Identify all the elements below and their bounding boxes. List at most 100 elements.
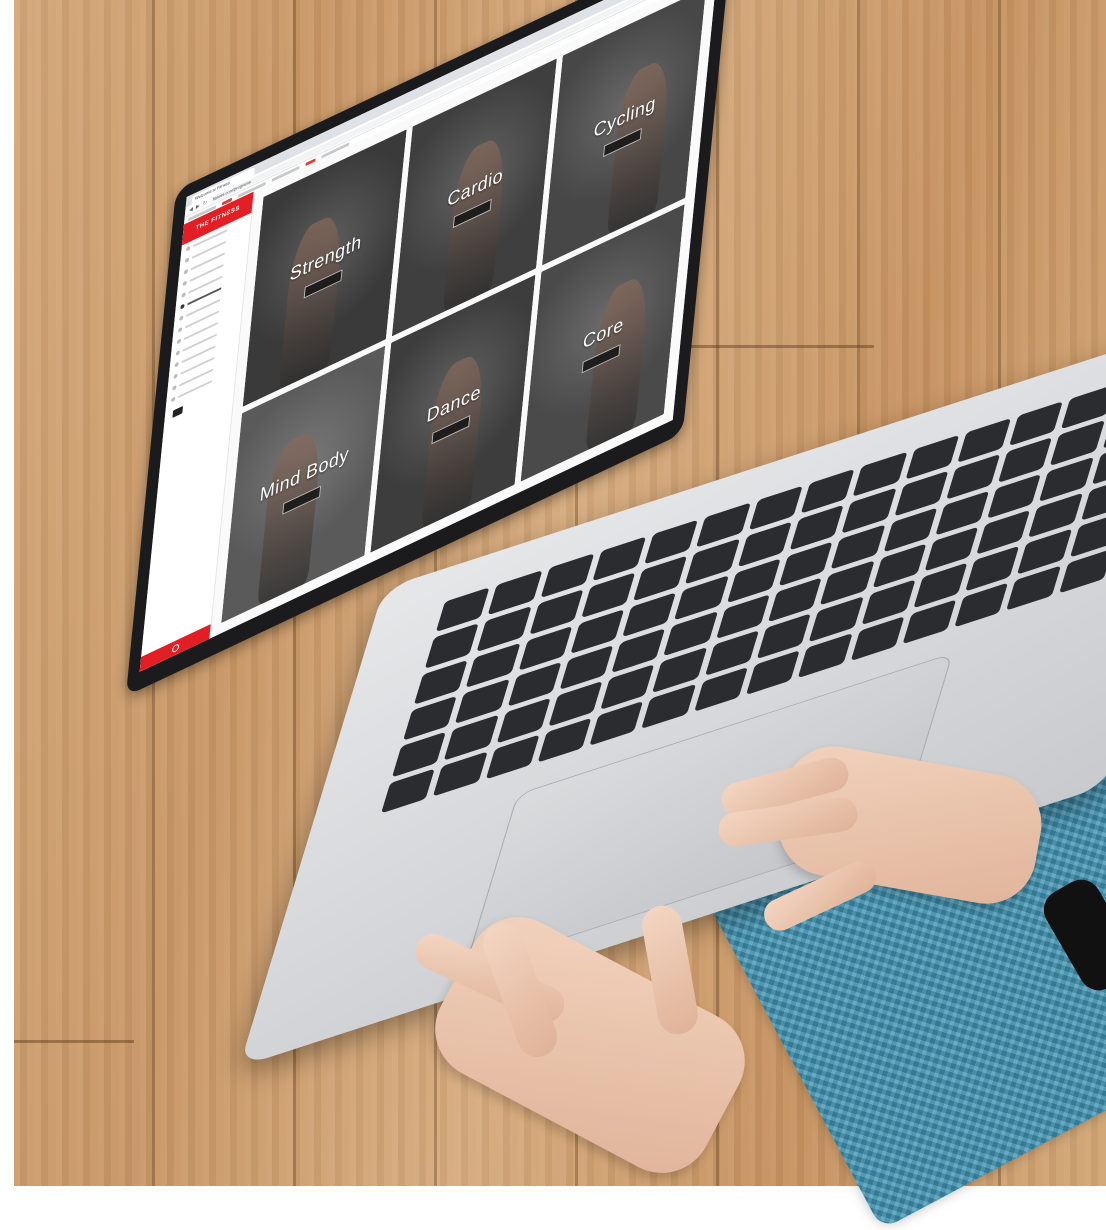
- keyboard-key: [444, 715, 499, 761]
- keyboard-key: [1050, 420, 1105, 466]
- keyboard-key: [641, 683, 696, 729]
- sidebar-item-icon: [183, 268, 189, 275]
- reload-icon[interactable]: ↻: [202, 199, 207, 207]
- keyboard-key: [946, 454, 1001, 500]
- keyboard-key: [589, 700, 644, 746]
- keyboard-key: [704, 630, 759, 676]
- keyboard-key: [433, 751, 488, 797]
- keyboard-key: [622, 591, 677, 638]
- keyboard-key: [861, 579, 916, 625]
- keyboard-key: [745, 649, 801, 695]
- keyboard-key: [455, 678, 510, 725]
- keyboard-key: [465, 642, 521, 688]
- keyboard-key: [841, 488, 897, 534]
- keyboard-key: [1017, 528, 1072, 575]
- tile-photo-figure: [257, 425, 323, 607]
- keyboard-key: [789, 504, 844, 551]
- keyboard-key: [559, 644, 614, 691]
- keyboard-key: [529, 589, 584, 635]
- keyboard-key: [987, 473, 1042, 519]
- keyboard-key: [778, 541, 833, 587]
- keyboard-key: [954, 582, 1009, 628]
- keyboard-key: [652, 647, 707, 693]
- keyboard-key: [539, 553, 595, 599]
- keyboard-key: [518, 625, 573, 671]
- keyboard-key: [633, 555, 688, 601]
- keyboard-key: [1006, 565, 1061, 611]
- keyboard-key: [663, 611, 718, 657]
- keyboard-key: [904, 434, 960, 481]
- keyboard-key: [435, 587, 490, 633]
- keyboard-key: [1058, 548, 1106, 594]
- tile-photo-figure: [442, 131, 509, 313]
- keyboard-key: [883, 507, 938, 553]
- sidebar-item-icon: [174, 361, 179, 368]
- keyboard-key: [852, 451, 907, 498]
- keyboard-key: [696, 502, 751, 548]
- keyboard-key: [798, 632, 853, 679]
- keyboard-key: [893, 471, 949, 517]
- sidebar-item-icon: [186, 245, 191, 252]
- sidebar-item-icon: [182, 279, 188, 286]
- keyboard-key: [402, 695, 458, 741]
- keyboard-key: [592, 536, 647, 582]
- keyboard-key: [1028, 492, 1083, 539]
- sidebar-item-icon: [173, 372, 178, 379]
- keyboard-key: [737, 521, 792, 568]
- keyboard-key: [935, 490, 990, 536]
- keyboard-key: [976, 509, 1031, 555]
- keyboard-key: [913, 562, 968, 609]
- power-icon[interactable]: [171, 642, 180, 654]
- sidebar-button[interactable]: [172, 405, 184, 418]
- keyboard-key: [1009, 401, 1064, 447]
- keyboard-key: [496, 698, 551, 744]
- keyboard-key: [693, 666, 748, 712]
- keyboard-key: [902, 599, 957, 645]
- keyboard-key: [957, 417, 1012, 464]
- keyboard-key: [476, 606, 532, 652]
- keyboard-key: [872, 543, 927, 589]
- keyboard-key: [748, 485, 803, 531]
- back-icon[interactable]: ◀: [189, 205, 193, 213]
- keyboard-key: [581, 572, 636, 618]
- sidebar-item-icon: [180, 303, 185, 310]
- sidebar-item-icon: [171, 395, 176, 402]
- keyboard-key: [1069, 512, 1106, 558]
- sidebar-item-icon: [184, 256, 190, 263]
- keyboard-key: [391, 731, 447, 778]
- keyboard-key: [537, 717, 592, 763]
- tile-photo-figure: [278, 208, 345, 390]
- keyboard-key: [809, 596, 864, 642]
- keyboard-key: [998, 437, 1053, 483]
- sidebar-item-icon: [172, 384, 177, 391]
- sidebar-item-icon: [176, 337, 182, 344]
- keyboard-key: [850, 615, 905, 662]
- sidebar-item-icon: [181, 291, 186, 298]
- keyboard-key: [570, 608, 625, 655]
- keyboard-key: [485, 734, 540, 780]
- sidebar-item-icon: [178, 326, 183, 333]
- keyboard-key: [924, 526, 979, 572]
- keyboard-key: [819, 560, 875, 606]
- sidebar-item-icon: [179, 314, 184, 321]
- keyboard-key: [487, 570, 543, 616]
- keyboard-key: [715, 594, 770, 640]
- sidebar-item-icon: [175, 349, 181, 356]
- plank-seam: [14, 1040, 134, 1043]
- keyboard-key: [674, 574, 729, 621]
- keyboard-key: [830, 524, 886, 570]
- keyboard-key: [644, 519, 699, 565]
- keyboard-key: [611, 628, 666, 674]
- keyboard-key: [965, 545, 1020, 592]
- keyboard-key: [756, 613, 812, 659]
- forward-icon[interactable]: ▶: [196, 202, 200, 210]
- keyboard-key: [685, 538, 740, 584]
- keyboard-key: [381, 768, 436, 814]
- keyboard-key: [767, 577, 823, 623]
- keyboard-key: [413, 659, 469, 705]
- keyboard-key: [726, 558, 781, 604]
- keyboard-key: [548, 681, 603, 727]
- keyboard-key: [1039, 456, 1094, 502]
- keyboard-key: [800, 468, 855, 514]
- keyboard-key: [507, 661, 562, 708]
